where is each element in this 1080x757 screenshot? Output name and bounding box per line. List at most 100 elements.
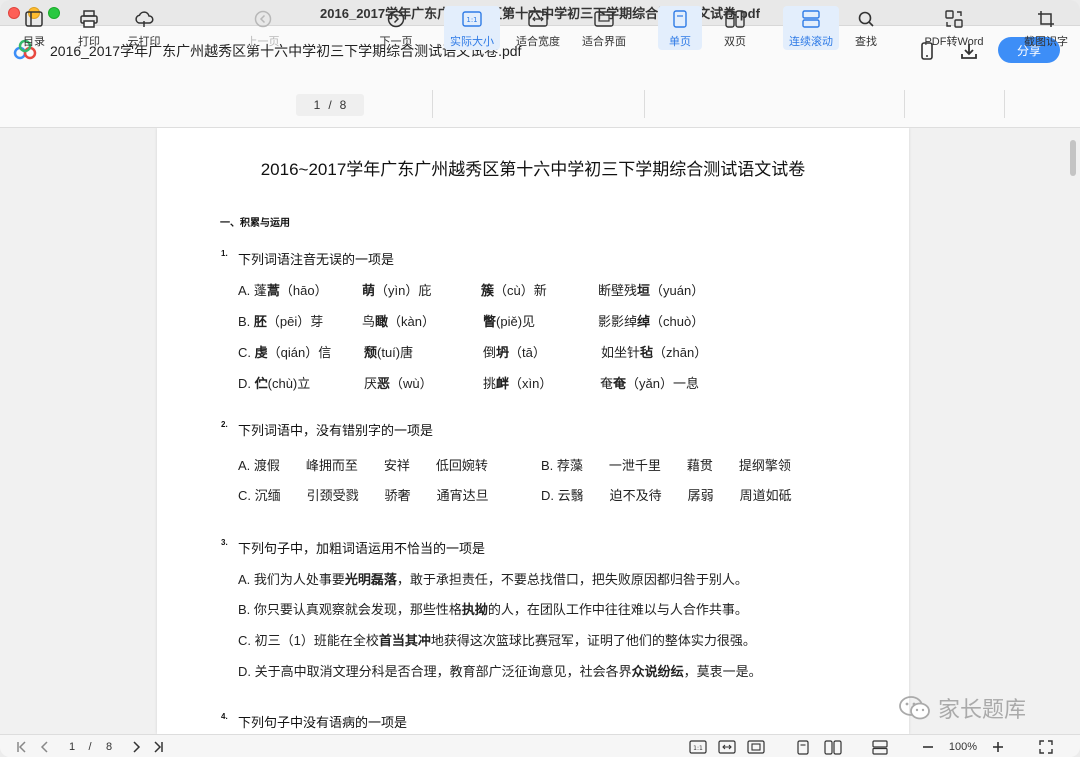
pdf-page: 2016~2017学年广东广州越秀区第十六中学初三下学期综合测试语文试卷 一、积… (157, 128, 909, 734)
page-total: 8 (339, 98, 347, 112)
print-label: 打印 (78, 36, 100, 48)
fit-page-button[interactable]: 适合界面 (578, 6, 630, 50)
option-1d-3: 挑衅（xìn） (483, 376, 553, 391)
actual-size-icon[interactable]: 1:1 (688, 739, 708, 755)
question-number: 2. (221, 420, 228, 429)
option-3c: C. 初三（1）班能在全校首当其冲地获得这次篮球比赛冠军，证明了他们的整体实力很… (238, 633, 756, 648)
option-1b-2: 鸟瞰（kàn） (362, 314, 435, 329)
toolbar-divider (432, 90, 433, 118)
chevron-left-circle-icon (253, 9, 273, 29)
single-page-icon[interactable] (793, 739, 813, 755)
printer-icon (79, 9, 99, 29)
toc-label: 目录 (23, 36, 45, 48)
single-page-label: 单页 (669, 36, 691, 48)
scrollbar-thumb[interactable] (1070, 140, 1076, 176)
page-separator: / (328, 98, 332, 112)
find-button[interactable]: 查找 (846, 6, 886, 50)
crop-icon (1036, 9, 1056, 29)
ocr-label: 截图识字 (1024, 36, 1068, 48)
status-page-separator: / (88, 741, 92, 753)
wechat-icon (899, 696, 930, 720)
toolbar-divider (644, 90, 645, 118)
actual-size-label: 实际大小 (450, 36, 494, 48)
cloud-icon (134, 9, 154, 29)
option-1a-3: 簇（cù）新 (481, 283, 547, 298)
document-viewport[interactable]: 2016~2017学年广东广州越秀区第十六中学初三下学期综合测试语文试卷 一、积… (0, 128, 1080, 734)
first-page-icon[interactable] (14, 739, 30, 755)
double-page-button[interactable]: 双页 (713, 6, 757, 50)
question-text: 下列词语注音无误的一项是 (238, 252, 395, 267)
fullscreen-icon[interactable] (1037, 739, 1055, 755)
single-page-button[interactable]: 单页 (658, 6, 702, 50)
status-page-total: 8 (105, 741, 113, 753)
convert-icon (944, 9, 964, 29)
toc-button[interactable]: 目录 (14, 6, 54, 50)
next-page-icon[interactable] (128, 739, 144, 755)
cloud-print-button[interactable]: 云打印 (122, 6, 166, 50)
double-page-icon[interactable] (822, 739, 844, 755)
watermark: 家长题库 (898, 692, 1026, 724)
svg-text:1:1: 1:1 (693, 745, 703, 752)
svg-text:1:1: 1:1 (466, 16, 477, 24)
fit-width-icon[interactable] (717, 739, 737, 755)
prev-page-icon[interactable] (37, 739, 53, 755)
prev-page-button[interactable]: 上一页 (243, 6, 283, 50)
fit-page-label: 适合界面 (582, 36, 626, 48)
next-page-button[interactable]: 下一页 (376, 6, 416, 50)
page-number-input[interactable]: 1 / 8 (296, 94, 364, 116)
zoom-in-button[interactable] (990, 739, 1006, 755)
print-button[interactable]: 打印 (69, 6, 109, 50)
search-icon (856, 9, 876, 29)
option-3b: B. 你只要认真观察就会发现，那些性格执拗的人，在团队工作中往往难以与人合作共事… (238, 602, 748, 617)
paper-title: 2016~2017学年广东广州越秀区第十六中学初三下学期综合测试语文试卷 (260, 160, 806, 179)
question-number: 4. (221, 712, 228, 721)
option-1a-4: 断壁残垣（yuán） (598, 283, 705, 298)
pdf-to-word-button[interactable]: PDF转Word (920, 6, 988, 50)
prev-page-label: 上一页 (246, 36, 280, 48)
find-label: 查找 (855, 36, 877, 48)
fit-width-button[interactable]: 适合宽度 (512, 6, 564, 50)
next-page-label: 下一页 (379, 36, 413, 48)
option-1a-1: A. 蓬蒿（hāo） (238, 283, 328, 298)
option-3a: A. 我们为人处事要光明磊落，敢于承担责任，不要总找借口，把失败原因都归咎于别人… (238, 572, 748, 587)
option-1b-3: 瞥(piě)见 (483, 314, 536, 329)
question-number: 3. (221, 538, 228, 547)
question-number: 1. (221, 249, 228, 258)
pdf-to-word-label: PDF转Word (924, 36, 984, 48)
option-1c-1: C. 虔（qián）信 (238, 345, 332, 360)
question-text: 下列词语中，没有错别字的一项是 (238, 423, 434, 438)
option-1d-1: D. 伫(chù)立 (238, 376, 311, 391)
status-page-current[interactable]: 1 (64, 739, 80, 755)
continuous-scroll-button[interactable]: 连续滚动 (783, 6, 839, 50)
sidebar-icon (24, 9, 44, 29)
zoom-out-button[interactable] (920, 739, 936, 755)
question-text: 下列句子中没有语病的一项是 (238, 715, 408, 730)
continuous-scroll-icon[interactable] (870, 739, 890, 755)
toolbar (0, 74, 1080, 128)
zoom-level[interactable]: 100% (944, 739, 982, 755)
double-page-label: 双页 (724, 36, 746, 48)
ocr-button[interactable]: 截图识字 (1018, 6, 1074, 50)
continuous-scroll-label: 连续滚动 (789, 36, 833, 48)
continuous-scroll-icon (801, 9, 821, 29)
option-1d-4: 奄奄（yǎn）一息 (600, 376, 699, 391)
option-2b: B. 荐藻 一泄千里 藉贯 提纲擎领 (541, 458, 791, 473)
option-1b-1: B. 胚（pēi）芽 (238, 314, 324, 329)
last-page-icon[interactable] (150, 739, 166, 755)
status-bar: 1 / 8 1:1 100% (0, 734, 1080, 757)
fit-page-icon[interactable] (746, 739, 766, 755)
app-window: 2016_2017学年广东广州越秀区第十六中学初三下学期综合测试语文试卷.pdf… (0, 0, 1080, 757)
watermark-text: 家长题库 (938, 697, 1027, 722)
option-1c-4: 如坐针毡（zhān） (601, 345, 708, 360)
option-3d: D. 关于高中取消文理分科是否合理，教育部广泛征询意见，社会各界众说纷纭，莫衷一… (238, 664, 762, 679)
single-page-icon (670, 9, 690, 29)
toolbar-divider (904, 90, 905, 118)
actual-size-button[interactable]: 1:1 实际大小 (444, 6, 500, 50)
vertical-scrollbar[interactable] (1066, 134, 1078, 730)
fit-width-icon (528, 9, 548, 29)
option-2c: C. 沉缅 引颈受戮 骄奢 通宵达旦 (238, 488, 489, 503)
chevron-right-circle-icon (386, 9, 406, 29)
option-1c-2: 颓(tuí)唐 (364, 345, 414, 360)
double-page-icon (725, 9, 745, 29)
section-heading: 一、积累与运用 (220, 218, 290, 229)
